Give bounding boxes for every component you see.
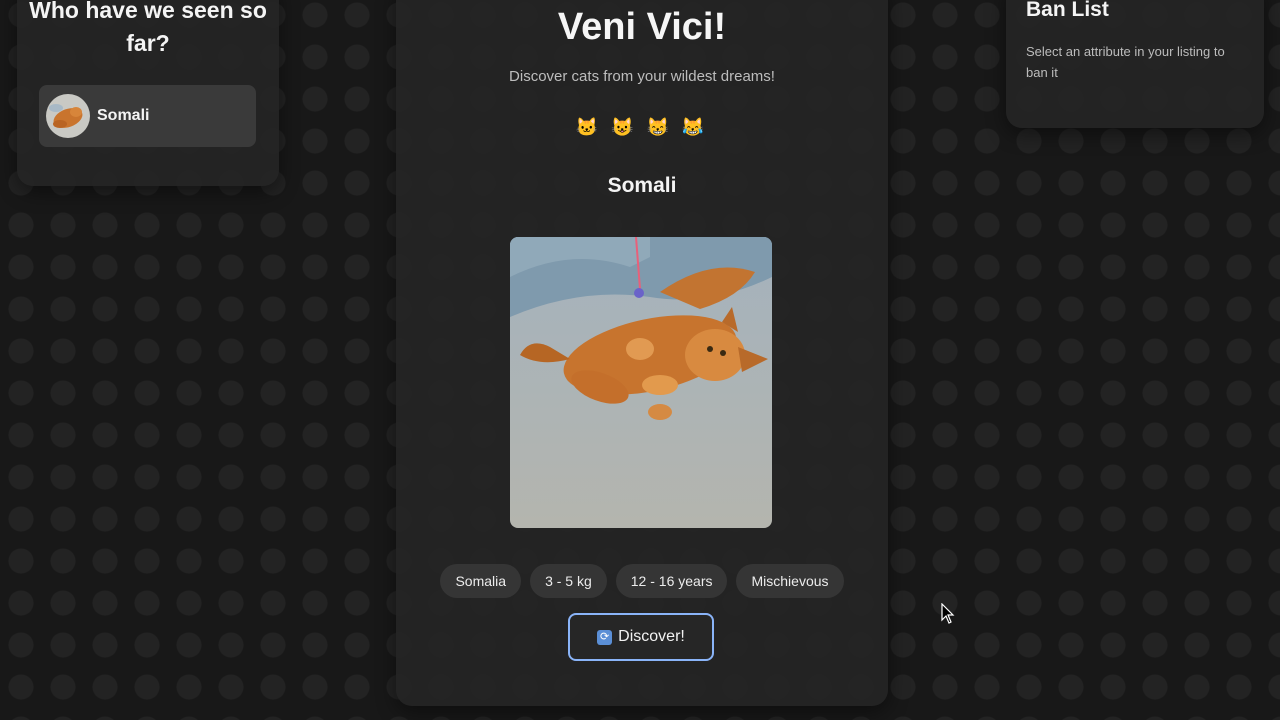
ban-list-title: Ban List bbox=[1026, 0, 1109, 21]
discover-button[interactable]: ⟳ Discover! bbox=[568, 613, 714, 661]
attribute-chip-lifespan[interactable]: 12 - 16 years bbox=[615, 564, 728, 598]
page-subtitle: Discover cats from your wildest dreams! bbox=[509, 68, 775, 85]
history-panel: Who have we seen so far? Somali bbox=[17, 0, 279, 186]
cat-photo bbox=[510, 237, 772, 528]
attribute-chip-weight[interactable]: 3 - 5 kg bbox=[530, 564, 607, 598]
breed-name: Somali bbox=[607, 174, 677, 197]
cat-emojis: 🐱 😺 😸 😹 bbox=[575, 117, 709, 137]
refresh-icon: ⟳ bbox=[597, 629, 613, 645]
main-card: Veni Vici! Discover cats from your wilde… bbox=[396, 0, 888, 706]
mouse-cursor-icon bbox=[941, 603, 955, 624]
history-item-label: Somali bbox=[97, 107, 150, 124]
history-title: Who have we seen so far? bbox=[29, 0, 267, 56]
cat-avatar bbox=[46, 94, 90, 138]
attribute-chip-origin[interactable]: Somalia bbox=[440, 564, 522, 598]
history-item[interactable]: Somali bbox=[39, 85, 256, 147]
page-title: Veni Vici! bbox=[557, 6, 727, 48]
attribute-list: Somalia 3 - 5 kg 12 - 16 years Mischievo… bbox=[396, 564, 888, 598]
ban-list-description: Select an attribute in your listing to b… bbox=[1026, 44, 1225, 80]
attribute-chip-temperament[interactable]: Mischievous bbox=[736, 564, 844, 598]
ban-list-panel: Ban List Select an attribute in your lis… bbox=[1006, 0, 1264, 128]
discover-label: Discover! bbox=[618, 628, 685, 645]
